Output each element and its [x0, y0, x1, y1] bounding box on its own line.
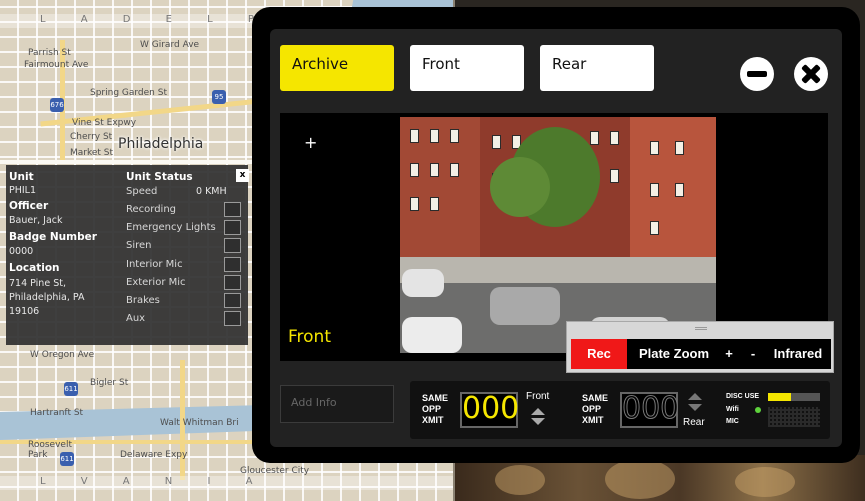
status-recording-label: Recording: [126, 204, 177, 215]
disc-use-bar: [768, 393, 820, 401]
interstate-shield-icon: 95: [212, 90, 226, 104]
system-status: DISC USE Wifi MIC: [726, 391, 826, 431]
street-label: Gloucester City: [240, 466, 310, 476]
route-shield-icon: 611: [60, 452, 74, 466]
rear-direction-label: Rear: [683, 417, 705, 428]
street-label: Market St: [70, 148, 114, 158]
front-counter: 000: [460, 391, 520, 428]
status-interior-mic-label: Interior Mic: [126, 259, 183, 270]
city-label: Philadelphia: [118, 136, 204, 152]
same-label: SAME: [422, 393, 449, 403]
street-label: Parrish St: [28, 48, 71, 58]
camera-feed-image[interactable]: [400, 117, 716, 353]
location-label: Location: [9, 262, 60, 274]
opp-label: OPP: [422, 404, 442, 414]
exterior-mic-indicator: [224, 275, 241, 290]
mic-label: MIC: [726, 418, 739, 425]
controls-bar: Rec Plate Zoom + - Infrared: [571, 339, 831, 369]
badge-number-value: 0000: [9, 246, 34, 257]
zoom-out-button[interactable]: -: [743, 339, 763, 369]
street-label: Bigler St: [90, 378, 129, 388]
street-label: Delaware Expy: [120, 450, 188, 460]
emergency-lights-indicator: [224, 220, 241, 235]
status-aux-label: Aux: [126, 313, 146, 324]
camera-controls-panel: Rec Plate Zoom + - Infrared: [566, 321, 834, 373]
status-brakes-label: Brakes: [126, 295, 160, 306]
add-info-field[interactable]: Add Info: [280, 385, 394, 423]
rec-button[interactable]: Rec: [571, 339, 627, 369]
disc-use-label: DISC USE: [726, 393, 760, 400]
street-label: Hartranft St: [30, 408, 84, 418]
front-xmit-labels: SAME OPP XMIT: [422, 393, 448, 426]
transmit-bar: SAME OPP XMIT 000 Front SAME OPP XMIT 00…: [410, 381, 830, 439]
speed-value: 0 KMH: [196, 186, 227, 197]
tab-rear[interactable]: Rear: [540, 45, 654, 91]
brakes-indicator: [224, 293, 241, 308]
same-label: SAME: [582, 393, 609, 403]
officer-value: Bauer, Jack: [9, 215, 63, 226]
location-line: 714 Pine St,: [9, 278, 66, 289]
location-line: 19106: [9, 306, 40, 317]
map-region-letters: L V A N I A: [0, 476, 453, 490]
mic-level-meter: [768, 407, 820, 427]
tab-archive[interactable]: Archive: [280, 45, 394, 91]
close-icon[interactable]: [794, 57, 828, 91]
video-window-body: Archive Front Rear + Front Rec Plate Zoo…: [270, 29, 842, 447]
location-line: Philadelphia, PA: [9, 292, 85, 303]
front-down-arrow-icon[interactable]: [531, 418, 545, 425]
route-shield-icon: 611: [64, 382, 78, 396]
disc-use-fill: [768, 393, 792, 401]
aux-indicator: [224, 311, 241, 326]
front-direction-label: Front: [526, 391, 550, 402]
street-label: W Oregon Ave: [30, 350, 95, 360]
rear-up-arrow-icon[interactable]: [688, 393, 702, 400]
speed-label: Speed: [126, 186, 158, 197]
wifi-status-icon: [755, 407, 761, 413]
interior-mic-indicator: [224, 257, 241, 272]
interstate-shield-icon: 676: [50, 98, 64, 112]
opp-label: OPP: [582, 404, 602, 414]
status-siren-label: Siren: [126, 240, 152, 251]
front-up-arrow-icon[interactable]: [531, 408, 545, 415]
rear-xmit-labels: SAME OPP XMIT: [582, 393, 608, 426]
street-label: Fairmount Ave: [24, 60, 89, 70]
video-caption: Front: [288, 327, 331, 347]
status-exterior-mic-label: Exterior Mic: [126, 277, 186, 288]
zoom-in-button[interactable]: +: [719, 339, 739, 369]
rear-down-arrow-icon[interactable]: [688, 404, 702, 411]
minimize-icon[interactable]: [740, 57, 774, 91]
wifi-label: Wifi: [726, 406, 739, 413]
siren-indicator: [224, 238, 241, 253]
street-label: Spring Garden St: [90, 88, 167, 98]
unit-label: Unit: [9, 171, 34, 183]
unit-info-panel: x Unit PHIL1 Officer Bauer, Jack Badge N…: [6, 165, 249, 345]
infrared-button[interactable]: Infrared: [765, 339, 831, 369]
status-emergency-lights-label: Emergency Lights: [126, 222, 216, 233]
street-label: W Girard Ave: [140, 40, 200, 50]
unit-value: PHIL1: [9, 185, 37, 196]
unit-status-label: Unit Status: [126, 171, 193, 183]
drag-handle-icon[interactable]: [695, 327, 707, 330]
badge-number-label: Badge Number: [9, 231, 97, 243]
video-window: Archive Front Rear + Front Rec Plate Zoo…: [252, 7, 860, 463]
tab-front[interactable]: Front: [410, 45, 524, 91]
xmit-label: XMIT: [582, 415, 604, 425]
unit-panel-close-button[interactable]: x: [236, 169, 249, 182]
add-camera-button[interactable]: +: [304, 133, 317, 152]
xmit-label: XMIT: [422, 415, 444, 425]
street-label: Vine St Expwy: [72, 118, 137, 128]
recording-indicator: [224, 202, 241, 217]
street-label: Cherry St: [70, 132, 113, 142]
officer-label: Officer: [9, 200, 49, 212]
plate-zoom-button[interactable]: Plate Zoom: [631, 339, 717, 369]
rear-counter: 000: [620, 391, 680, 428]
street-label: Walt Whitman Bri: [160, 418, 239, 428]
